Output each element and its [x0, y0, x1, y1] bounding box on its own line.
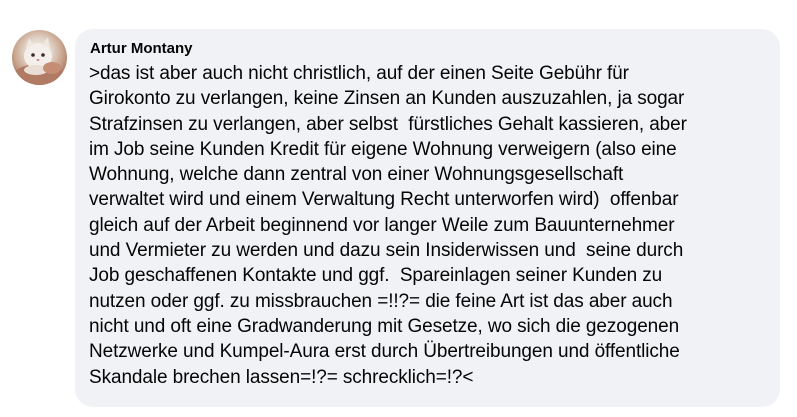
comment-body-text: >das ist aber auch nicht christlich, auf… — [89, 63, 687, 388]
comment-row: Artur Montany >das ist aber auch nicht c… — [0, 0, 797, 417]
comment-bubble: Artur Montany >das ist aber auch nicht c… — [75, 29, 780, 407]
comment-author-name[interactable]: Artur Montany — [90, 39, 193, 59]
profile-photo-icon — [13, 37, 65, 85]
avatar[interactable] — [12, 30, 67, 85]
